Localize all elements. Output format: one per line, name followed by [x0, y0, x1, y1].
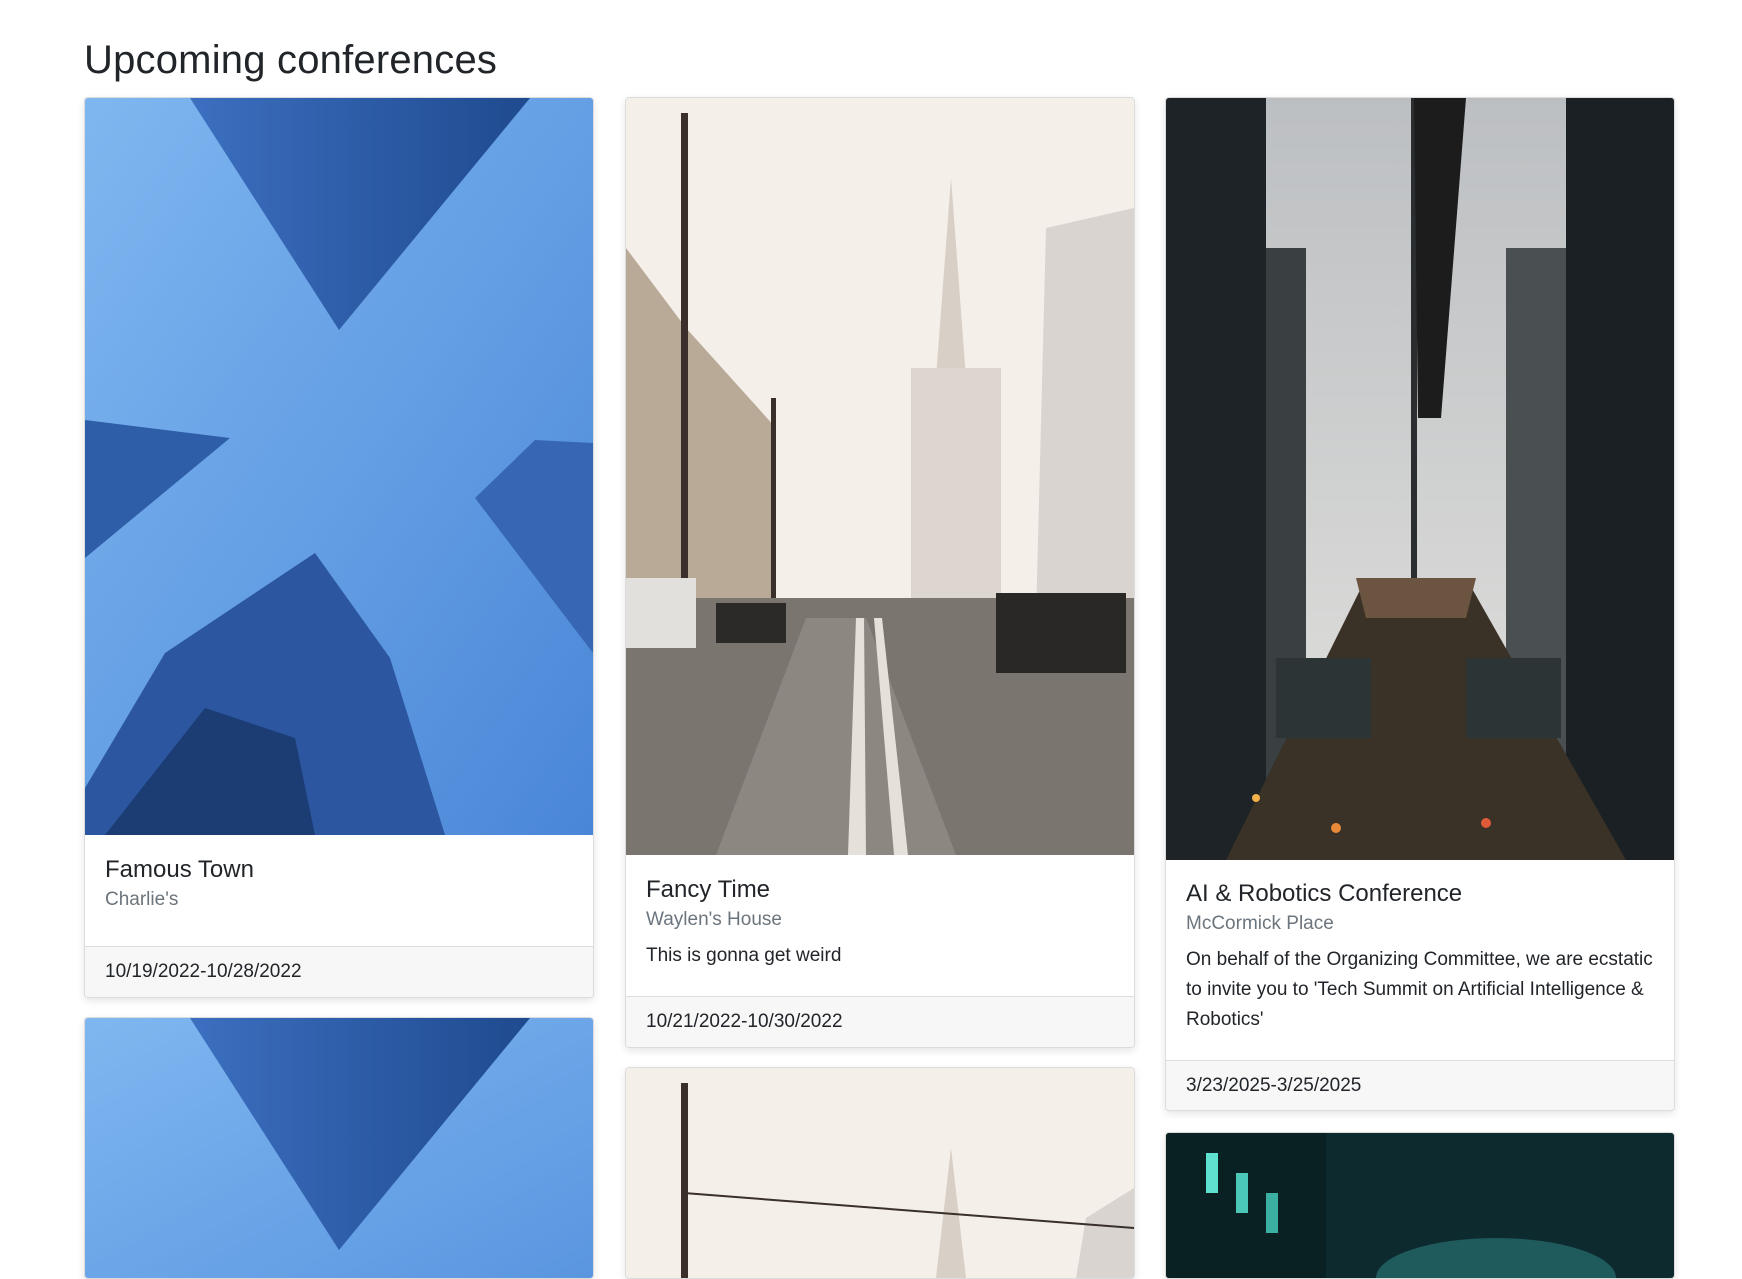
conference-image — [1166, 98, 1674, 860]
conference-dates: 10/19/2022-10/28/2022 — [85, 946, 593, 997]
conference-location: McCormick Place — [1186, 913, 1334, 934]
conference-card[interactable]: Famous Town Charlie's 10/19/2022-10/28/2… — [84, 97, 594, 998]
conference-card[interactable] — [1165, 1132, 1675, 1279]
conference-description: This is gonna get weird — [646, 945, 842, 966]
conference-image — [626, 98, 1134, 855]
conference-card[interactable] — [84, 1017, 594, 1279]
conference-location: Charlie's — [105, 889, 179, 910]
conference-image — [1166, 1133, 1674, 1278]
conference-name: Famous Town — [105, 856, 254, 883]
conference-name: AI & Robotics Conference — [1186, 880, 1463, 907]
conference-description: On behalf of the Organizing Committee, w… — [1186, 949, 1653, 1030]
conference-card[interactable] — [625, 1067, 1135, 1279]
conference-image — [85, 1018, 593, 1278]
conference-dates: 10/21/2022-10/30/2022 — [626, 996, 1134, 1047]
conference-date-range: 10/21/2022-10/30/2022 — [646, 1011, 843, 1032]
conference-image — [85, 98, 593, 835]
conference-location: Waylen's House — [646, 909, 782, 930]
conference-card[interactable]: AI & Robotics Conference McCormick Place… — [1165, 97, 1675, 1111]
conference-date-range: 3/23/2025-3/25/2025 — [1186, 1075, 1362, 1096]
conference-dates: 3/23/2025-3/25/2025 — [1166, 1060, 1674, 1110]
conference-name: Fancy Time — [646, 876, 771, 903]
conference-card[interactable]: Fancy Time Waylen's House This is gonna … — [625, 97, 1135, 1048]
conference-image — [626, 1068, 1134, 1278]
page-title: Upcoming conferences — [84, 38, 498, 82]
conference-date-range: 10/19/2022-10/28/2022 — [105, 961, 302, 982]
